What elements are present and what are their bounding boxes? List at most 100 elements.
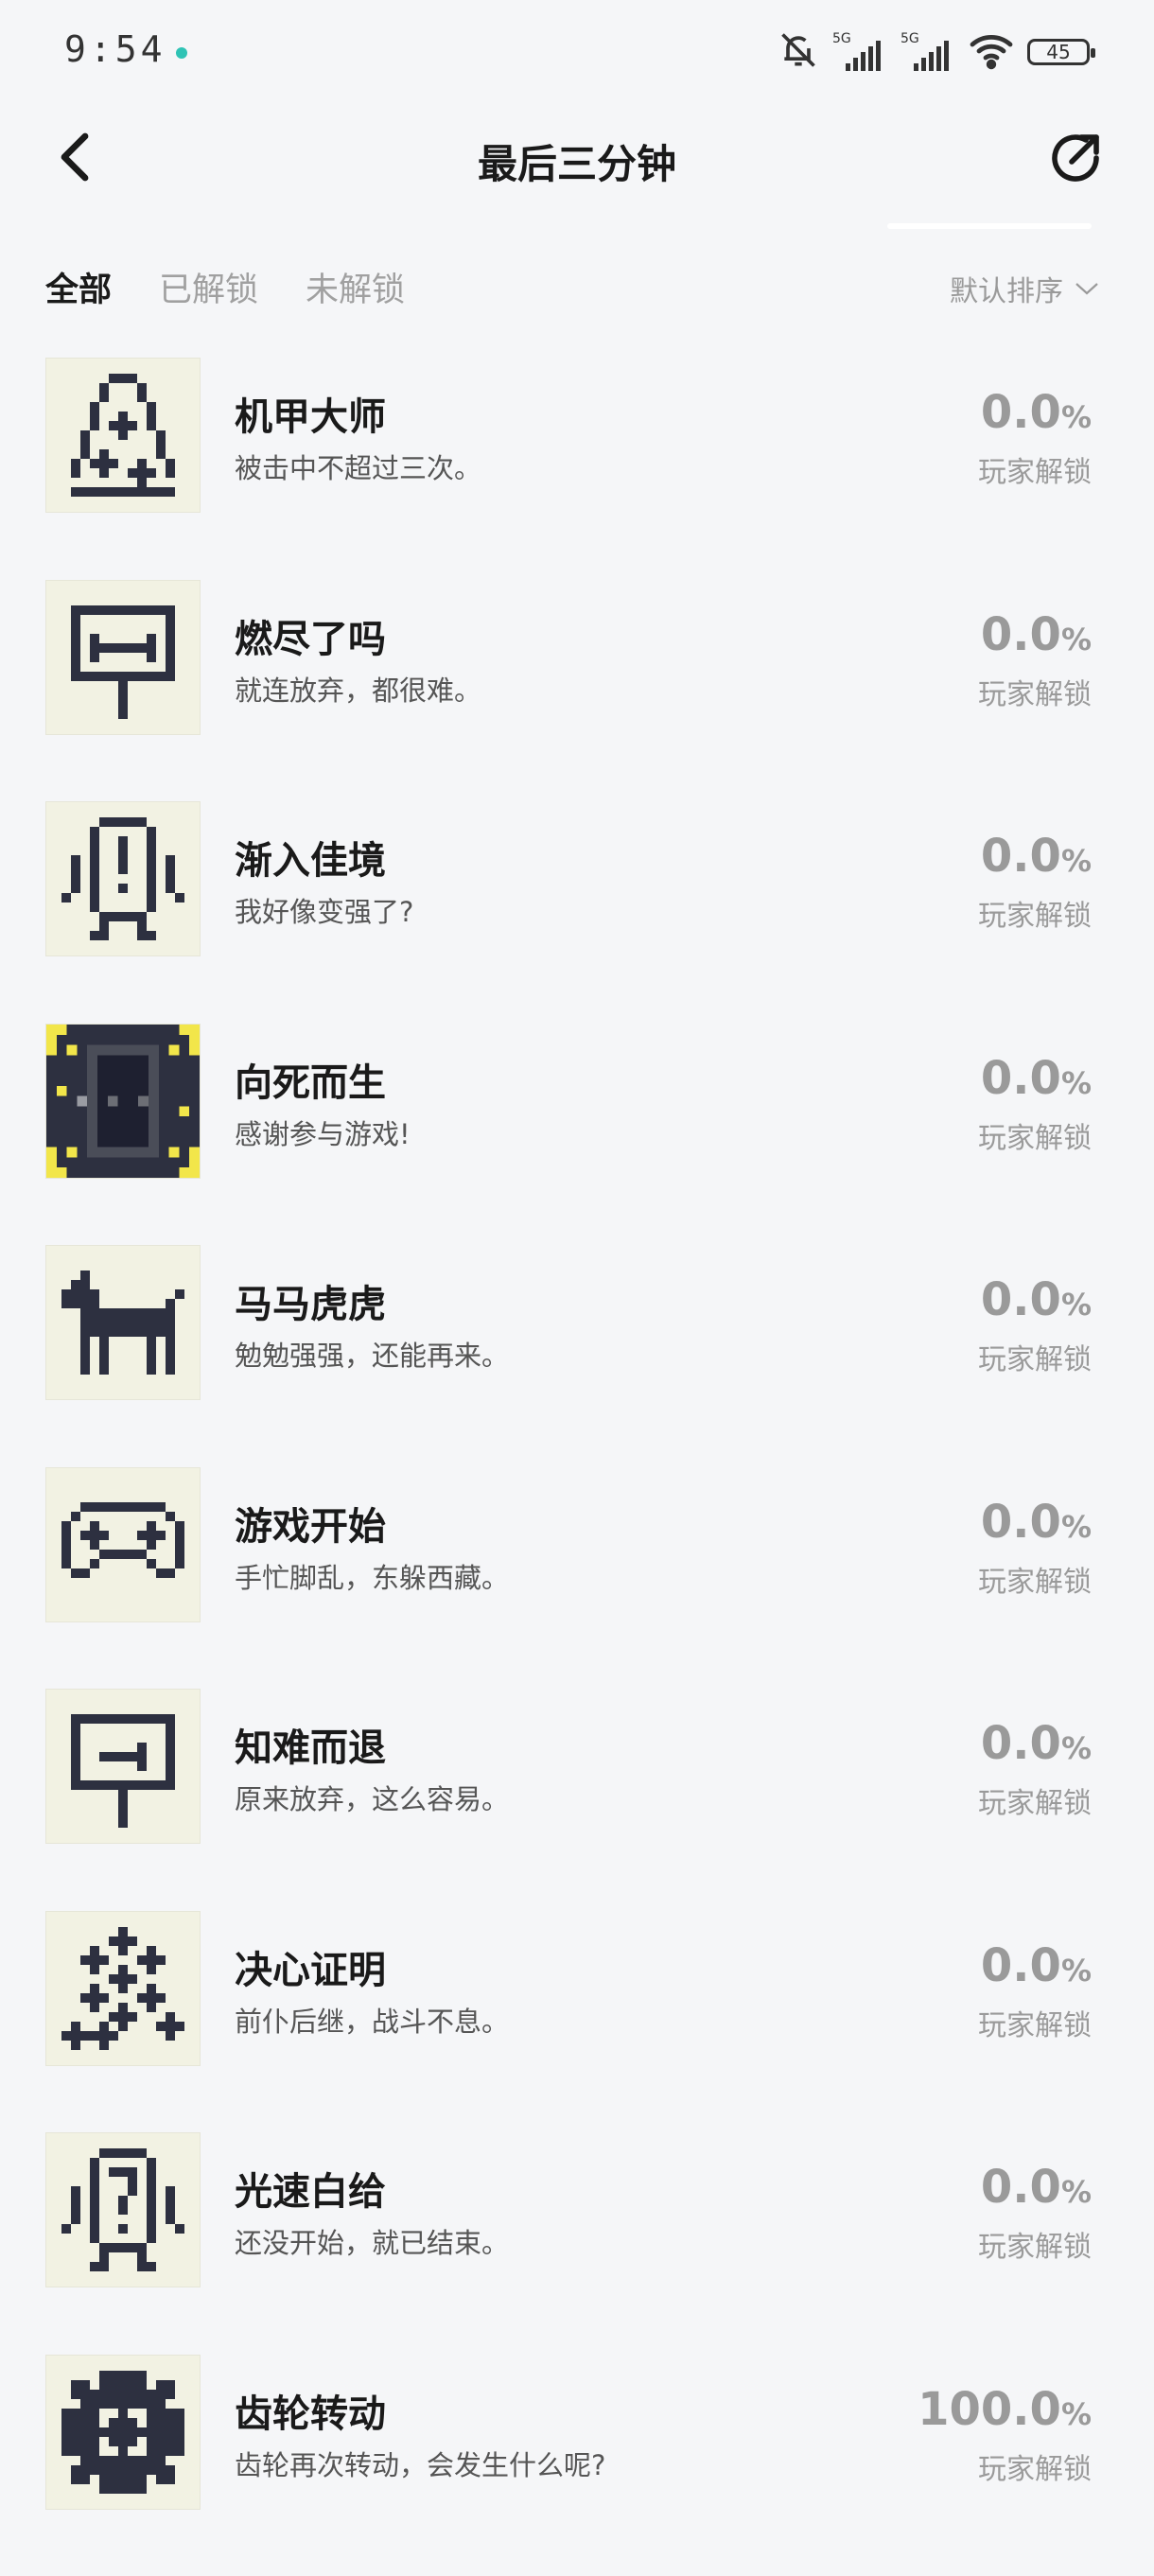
percent-unit: % — [1061, 399, 1092, 435]
achievement-name: 知难而退 — [235, 1717, 386, 1772]
list-item[interactable]: 齿轮转动 齿轮再次转动，会发生什么呢? 100.0% 玩家解锁 — [0, 2355, 1154, 2576]
percent-value: 0.0 — [981, 1052, 1061, 1105]
percent-value: 0.0 — [981, 386, 1061, 439]
achievement-desc: 我好像变强了? — [235, 890, 413, 930]
dark-door-yellow-icon — [45, 1024, 201, 1179]
unlock-label: 玩家解锁 — [978, 892, 1092, 934]
achievement-name: 向死而生 — [235, 1052, 386, 1107]
battery-icon: 45 — [1027, 39, 1090, 65]
achievement-name: 决心证明 — [235, 1939, 386, 1994]
percent-value: 100.0 — [918, 2383, 1061, 2436]
tab-unlocked[interactable]: 已解锁 — [159, 263, 258, 311]
signpost-dumbbell-icon — [45, 580, 201, 735]
percent-value: 0.0 — [981, 830, 1061, 883]
signal-icon-2: 5G — [900, 31, 955, 73]
percent-unit: % — [1061, 622, 1092, 657]
unlock-percent: 0.0% — [981, 608, 1092, 661]
percent-unit: % — [1061, 2174, 1092, 2210]
gear-icon — [45, 2355, 201, 2510]
signpost-arrow-icon — [45, 1689, 201, 1844]
unlock-percent: 0.0% — [981, 1717, 1092, 1770]
page-title: 最后三分钟 — [0, 132, 1154, 190]
unlock-percent: 0.0% — [981, 386, 1092, 439]
status-time: 9:54 — [64, 28, 166, 70]
unlock-percent: 0.0% — [981, 830, 1092, 883]
achievement-desc: 还没开始，就已结束。 — [235, 2221, 509, 2261]
chevron-down-icon — [1075, 281, 1099, 296]
unlock-percent: 0.0% — [981, 2161, 1092, 2214]
percent-unit: % — [1061, 1065, 1092, 1101]
achievement-name: 齿轮转动 — [235, 2383, 386, 2438]
unlock-label: 玩家解锁 — [978, 1558, 1092, 1600]
unlock-percent: 0.0% — [981, 1496, 1092, 1549]
tab-all[interactable]: 全部 — [45, 263, 112, 311]
unlock-label: 玩家解锁 — [978, 2223, 1092, 2265]
share-icon — [1045, 128, 1106, 188]
crosses-cluster-icon — [45, 1911, 201, 2066]
achievement-desc: 前仆后继，战斗不息。 — [235, 2000, 509, 2040]
unlock-label: 玩家解锁 — [978, 1336, 1092, 1377]
achievement-desc: 勉勉强强，还能再来。 — [235, 1334, 509, 1374]
robot-question-icon — [45, 2132, 201, 2287]
list-item[interactable]: 游戏开始 手忙脚乱，东躲西藏。 0.0% 玩家解锁 — [0, 1467, 1154, 1690]
percent-unit: % — [1061, 1509, 1092, 1545]
unlock-percent: 100.0% — [918, 2383, 1092, 2436]
percent-unit: % — [1061, 1287, 1092, 1323]
sort-label: 默认排序 — [950, 268, 1063, 309]
list-item[interactable]: 渐入佳境 我好像变强了? 0.0% 玩家解锁 — [0, 801, 1154, 1024]
achievement-name: 游戏开始 — [235, 1496, 386, 1551]
percent-value: 0.0 — [981, 2161, 1061, 2214]
unlock-label: 玩家解锁 — [978, 2002, 1092, 2043]
percent-value: 0.0 — [981, 1939, 1061, 1992]
unlock-percent: 0.0% — [981, 1273, 1092, 1326]
achievement-desc: 被击中不超过三次。 — [235, 447, 481, 486]
achievement-name: 燃尽了吗 — [235, 608, 386, 663]
wifi-icon — [969, 29, 1014, 75]
percent-value: 0.0 — [981, 1273, 1061, 1326]
unlock-percent: 0.0% — [981, 1939, 1092, 1992]
achievement-desc: 齿轮再次转动，会发生什么呢? — [235, 2444, 605, 2483]
percent-unit: % — [1061, 1953, 1092, 1989]
gamepad-icon — [45, 1467, 201, 1622]
percent-value: 0.0 — [981, 608, 1061, 661]
status-icons: 5G 5G 45 — [778, 28, 1090, 76]
percent-unit: % — [1061, 2396, 1092, 2432]
percent-value: 0.0 — [981, 1496, 1061, 1549]
list-item[interactable]: 马马虎虎 勉勉强强，还能再来。 0.0% 玩家解锁 — [0, 1245, 1154, 1467]
list-item[interactable]: 决心证明 前仆后继，战斗不息。 0.0% 玩家解锁 — [0, 1911, 1154, 2133]
header: 最后三分钟 — [0, 104, 1154, 218]
mute-bell-icon — [778, 29, 819, 75]
list-item[interactable]: 知难而退 原来放弃，这么容易。 0.0% 玩家解锁 — [0, 1689, 1154, 1911]
achievement-desc: 感谢参与游戏! — [235, 1113, 411, 1152]
list-item[interactable]: 机甲大师 被击中不超过三次。 0.0% 玩家解锁 — [0, 358, 1154, 580]
achievement-name: 渐入佳境 — [235, 830, 386, 885]
achievement-desc: 原来放弃，这么容易。 — [235, 1778, 509, 1817]
status-bar: 9:54 5G 5G 45 — [0, 0, 1154, 104]
unlock-label: 玩家解锁 — [978, 1779, 1092, 1821]
list-item[interactable]: 光速白给 还没开始，就已结束。 0.0% 玩家解锁 — [0, 2132, 1154, 2355]
list-item[interactable]: 向死而生 感谢参与游戏! 0.0% 玩家解锁 — [0, 1024, 1154, 1246]
achievement-list: 机甲大师 被击中不超过三次。 0.0% 玩家解锁 燃尽了吗 就连放弃，都很难。 … — [0, 358, 1154, 2576]
achievement-name: 光速白给 — [235, 2161, 386, 2216]
tab-locked[interactable]: 未解锁 — [306, 263, 405, 311]
mech-triangle-icon — [45, 358, 201, 513]
share-button[interactable] — [1042, 125, 1109, 191]
list-item[interactable]: 燃尽了吗 就连放弃，都很难。 0.0% 玩家解锁 — [0, 580, 1154, 802]
unlock-label: 玩家解锁 — [978, 448, 1092, 490]
achievement-desc: 手忙脚乱，东躲西藏。 — [235, 1556, 509, 1596]
network-type-1: 5G — [832, 31, 851, 46]
filter-tabs: 全部 已解锁 未解锁 — [45, 263, 405, 311]
achievement-name: 机甲大师 — [235, 386, 386, 441]
network-type-2: 5G — [900, 31, 919, 46]
percent-unit: % — [1061, 1730, 1092, 1766]
unlock-label: 玩家解锁 — [978, 2445, 1092, 2487]
unlock-label: 玩家解锁 — [978, 1114, 1092, 1156]
notification-dot-icon — [176, 47, 187, 59]
sort-dropdown[interactable]: 默认排序 — [950, 268, 1099, 309]
header-divider — [887, 223, 1092, 229]
unlock-label: 玩家解锁 — [978, 671, 1092, 712]
unlock-percent: 0.0% — [981, 1052, 1092, 1105]
achievement-desc: 就连放弃，都很难。 — [235, 669, 481, 709]
signal-icon-1: 5G — [832, 31, 887, 73]
horse-icon — [45, 1245, 201, 1400]
